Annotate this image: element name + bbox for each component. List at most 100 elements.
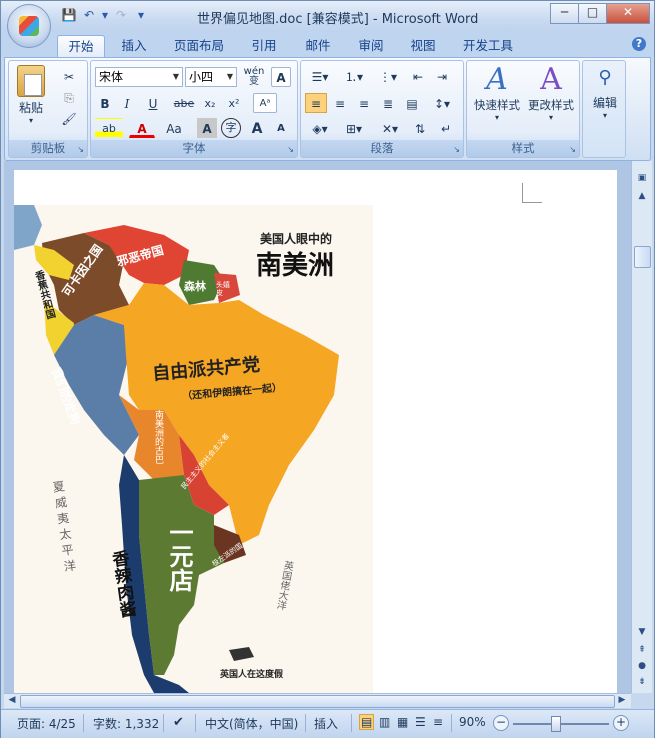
align-center-icon[interactable]: ≡ <box>329 93 351 113</box>
scroll-thumb[interactable] <box>634 246 651 268</box>
office-logo-icon <box>19 16 39 36</box>
tab-developer[interactable]: 开发工具 <box>456 35 520 57</box>
insert-mode-indicator[interactable]: 插入 <box>314 715 338 732</box>
tab-mailings[interactable]: 邮件 <box>297 35 339 57</box>
zoom-slider-track[interactable] <box>513 723 609 725</box>
page-count[interactable]: 页面: 4/25 <box>17 715 76 732</box>
show-marks-icon[interactable]: ↵ <box>435 118 457 138</box>
font-name-select[interactable]: 宋体 ▼ <box>95 67 183 87</box>
vertical-scrollbar[interactable]: ▣ ▲ ▼ ⇞ ● ⇟ <box>631 161 652 693</box>
outline-view-icon[interactable]: ☰ <box>415 715 426 729</box>
office-button[interactable] <box>7 4 51 48</box>
document-page[interactable]: 美国人眼中的 南美洲 邪恶帝国 森林 头嬉皮 可卡因之国 香蕉共和国 我们的走狗… <box>14 170 617 693</box>
shrink-font-button[interactable]: A <box>271 118 291 138</box>
close-button[interactable]: ✕ <box>606 3 650 24</box>
scroll-down-icon[interactable]: ▼ <box>635 627 649 637</box>
redo-icon[interactable]: ↷ <box>113 7 129 23</box>
map-region-central-america <box>14 205 42 250</box>
web-layout-view-icon[interactable]: ▦ <box>397 715 408 729</box>
scroll-up-icon[interactable]: ▲ <box>635 191 649 201</box>
font-size-select[interactable]: 小四 ▼ <box>185 67 237 87</box>
font-launcher-icon[interactable]: ↘ <box>287 145 294 154</box>
browse-object-icon[interactable]: ● <box>635 661 649 671</box>
proofing-icon[interactable]: ✔ <box>173 715 184 730</box>
undo-dropdown-icon[interactable]: ▾ <box>101 7 109 23</box>
tab-references[interactable]: 引用 <box>243 35 285 57</box>
scroll-right-icon[interactable]: ▶ <box>616 695 628 705</box>
font-color-button[interactable]: A <box>129 118 155 138</box>
align-right-icon[interactable]: ≡ <box>353 93 375 113</box>
tab-insert[interactable]: 插入 <box>113 35 155 57</box>
quick-styles-dropdown-icon: ▾ <box>494 113 499 122</box>
numbering-icon[interactable]: ⒈▾ <box>339 66 369 86</box>
tab-page-layout[interactable]: 页面布局 <box>167 35 231 57</box>
format-painter-icon[interactable]: 🖌 <box>59 108 79 128</box>
word-window: 💾 ↶ ▾ ↷ ▾ 世界偏见地图.doc [兼容模式] - Microsoft … <box>0 0 655 738</box>
cut-icon[interactable]: ✂ <box>59 66 79 86</box>
highlight-button[interactable]: ab <box>95 118 123 138</box>
next-page-icon[interactable]: ⇟ <box>635 677 649 687</box>
clear-formatting-button[interactable]: Aᵃ <box>253 93 277 113</box>
shading-icon[interactable]: ◈▾ <box>305 118 335 138</box>
borders-icon[interactable]: ⊞▾ <box>339 118 369 138</box>
undo-icon[interactable]: ↶ <box>81 7 97 23</box>
help-icon[interactable]: ? <box>632 37 646 51</box>
quick-styles-button[interactable]: A 快速样式 ▾ <box>471 62 523 123</box>
ruler-toggle-icon[interactable]: ▣ <box>635 173 649 183</box>
group-editing[interactable]: ⚲ 编辑 ▾ <box>582 60 626 158</box>
strikethrough-button[interactable]: abe <box>171 93 197 113</box>
draft-view-icon[interactable]: ≡ <box>433 715 443 729</box>
char-shading-button[interactable]: A <box>197 118 217 138</box>
zoom-level[interactable]: 90% <box>459 715 486 729</box>
justify-icon[interactable]: ≣ <box>377 93 399 113</box>
tab-home[interactable]: 开始 <box>57 35 105 58</box>
language-indicator[interactable]: 中文(简体，中国) <box>205 715 298 732</box>
zoom-slider-thumb[interactable] <box>551 716 561 732</box>
underline-button[interactable]: U <box>139 93 167 113</box>
margin-corner-mark <box>522 183 542 203</box>
styles-launcher-icon[interactable]: ↘ <box>569 145 576 154</box>
chinese-layout-icon[interactable]: ✕▾ <box>375 118 405 138</box>
quick-styles-icon: A <box>486 62 508 97</box>
superscript-button[interactable]: x² <box>223 93 245 113</box>
paste-button[interactable]: 粘贴 ▾ <box>13 65 49 125</box>
previous-page-icon[interactable]: ⇞ <box>635 645 649 655</box>
bullets-icon[interactable]: ☰▾ <box>305 66 335 86</box>
paragraph-launcher-icon[interactable]: ↘ <box>453 145 460 154</box>
hscroll-thumb[interactable] <box>20 695 615 708</box>
editing-button[interactable]: ⚲ 编辑 ▾ <box>585 67 625 120</box>
char-border-button[interactable]: A <box>271 67 291 87</box>
increase-indent-icon[interactable]: ⇥ <box>431 66 453 86</box>
align-left-icon[interactable]: ≡ <box>305 93 327 113</box>
distributed-icon[interactable]: ▤ <box>401 93 423 113</box>
word-count[interactable]: 字数: 1,332 <box>93 715 159 732</box>
full-screen-view-icon[interactable]: ▥ <box>379 715 390 729</box>
zoom-out-button[interactable]: − <box>493 715 509 731</box>
decrease-indent-icon[interactable]: ⇤ <box>407 66 429 86</box>
save-icon[interactable]: 💾 <box>61 7 77 23</box>
multilevel-list-icon[interactable]: ⋮▾ <box>373 66 403 86</box>
change-styles-label: 更改样式 <box>528 98 574 112</box>
enclose-char-button[interactable]: 字 <box>221 118 241 138</box>
change-case-button[interactable]: Aa <box>161 118 187 138</box>
sort-icon[interactable]: ⇅ <box>409 118 431 138</box>
bold-button[interactable]: B <box>95 93 115 113</box>
print-layout-view-icon[interactable]: ▤ <box>359 714 375 730</box>
copy-icon[interactable]: ⎘ <box>59 87 79 107</box>
zoom-in-button[interactable]: + <box>613 715 629 731</box>
scroll-left-icon[interactable]: ◀ <box>6 695 18 705</box>
tab-review[interactable]: 审阅 <box>350 35 392 57</box>
horizontal-scrollbar[interactable]: ◀ ▶ <box>4 693 631 708</box>
phonetic-guide-button[interactable]: wén 变 <box>241 66 267 87</box>
subscript-button[interactable]: x₂ <box>199 93 221 113</box>
map-region-falklands <box>229 647 254 661</box>
clipboard-launcher-icon[interactable]: ↘ <box>77 145 84 154</box>
maximize-button[interactable]: □ <box>578 3 607 24</box>
minimize-button[interactable]: ─ <box>550 3 579 24</box>
grow-font-button[interactable]: A <box>247 118 267 138</box>
line-spacing-icon[interactable]: ↕▾ <box>427 93 457 113</box>
tab-view[interactable]: 视图 <box>402 35 444 57</box>
change-styles-button[interactable]: A 更改样式 ▾ <box>525 63 577 123</box>
italic-button[interactable]: I <box>117 93 137 113</box>
customize-qat-icon[interactable]: ▾ <box>133 7 149 23</box>
